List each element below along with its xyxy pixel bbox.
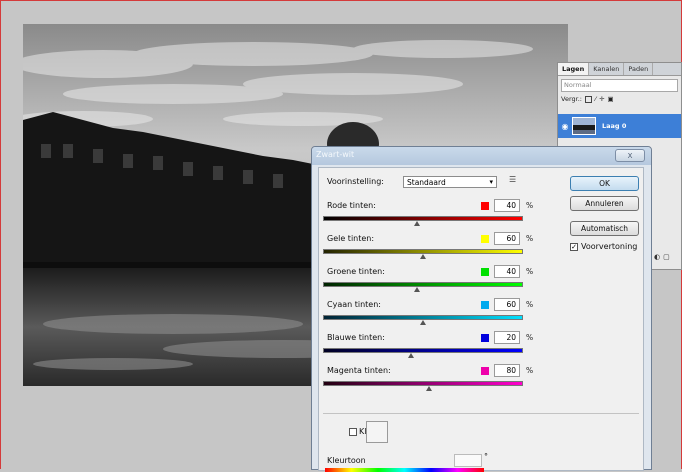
magenta-percent-label: % xyxy=(526,366,534,375)
magenta-tones-value[interactable]: 80 xyxy=(494,364,520,377)
blue-tones-slider-thumb[interactable] xyxy=(408,353,414,358)
yellow-tones-value[interactable]: 60 xyxy=(494,232,520,245)
separator xyxy=(323,413,639,414)
visibility-eye-icon[interactable]: ◉ xyxy=(558,122,572,131)
preset-label: Voorinstelling: xyxy=(327,177,384,186)
red-tones-value[interactable]: 40 xyxy=(494,199,520,212)
lock-move-icon[interactable]: ✛ xyxy=(599,95,604,103)
green-tones-value[interactable]: 40 xyxy=(494,265,520,278)
ok-button[interactable]: OK xyxy=(570,176,639,191)
cyan-tones-value[interactable]: 60 xyxy=(494,298,520,311)
cyan-swatch xyxy=(481,301,489,309)
red-tones-label: Rode tinten: xyxy=(327,201,376,210)
preset-value: Standaard xyxy=(407,178,446,187)
preset-options-icon[interactable]: ☰ xyxy=(509,175,516,184)
magenta-tones-track[interactable] xyxy=(323,381,523,386)
blue-tones-track[interactable] xyxy=(323,348,523,353)
dialog-content: Voorinstelling: Standaard ▾ ☰ OK Annuler… xyxy=(318,167,644,472)
hue-input[interactable] xyxy=(454,454,482,467)
tab-channels[interactable]: Kanalen xyxy=(589,63,625,75)
green-tones-label: Groene tinten: xyxy=(327,267,385,276)
preview-checkbox[interactable]: ✓ xyxy=(570,243,578,251)
auto-button[interactable]: Automatisch xyxy=(570,221,639,236)
hue-spectrum-bar[interactable] xyxy=(325,468,484,472)
cyan-tones-label: Cyaan tinten: xyxy=(327,300,381,309)
cyan-percent-label: % xyxy=(526,300,534,309)
hue-degree-symbol: ° xyxy=(484,452,488,461)
layers-panel-tabs: Lagen Kanalen Paden xyxy=(558,63,681,76)
tab-layers[interactable]: Lagen xyxy=(558,63,590,75)
magenta-tones-slider-thumb[interactable] xyxy=(426,386,432,391)
black-white-dialog: Zwart-wit X Voorinstelling: Standaard ▾ … xyxy=(311,146,652,472)
close-button[interactable]: X xyxy=(615,149,645,162)
preview-label: Voorvertoning xyxy=(581,242,638,251)
blue-swatch xyxy=(481,334,489,342)
layers-bottom-icons: ◐ ▢ xyxy=(654,253,670,261)
preset-select[interactable]: Standaard ▾ xyxy=(403,176,497,188)
red-percent-label: % xyxy=(526,201,534,210)
layer-name[interactable]: Laag 0 xyxy=(602,122,626,130)
red-swatch xyxy=(481,202,489,210)
blue-tones-value[interactable]: 20 xyxy=(494,331,520,344)
dialog-title: Zwart-wit xyxy=(316,150,355,159)
blue-percent-label: % xyxy=(526,333,534,342)
yellow-tones-slider-thumb[interactable] xyxy=(420,254,426,259)
dialog-titlebar[interactable]: Zwart-wit X xyxy=(312,147,651,165)
tint-color-box[interactable] xyxy=(366,421,388,443)
lock-transparency-icon[interactable] xyxy=(584,95,592,103)
green-tones-track[interactable] xyxy=(323,282,523,287)
lock-brush-icon[interactable]: ⁄ xyxy=(595,95,596,103)
red-tones-slider-thumb[interactable] xyxy=(414,221,420,226)
yellow-tones-label: Gele tinten: xyxy=(327,234,375,243)
magenta-tones-label: Magenta tinten: xyxy=(327,366,391,375)
lock-row: Vergr.: ⁄ ✛ ▣ xyxy=(561,95,678,103)
layer-thumbnail xyxy=(572,117,596,135)
red-tones-track[interactable] xyxy=(323,216,523,221)
cyan-tones-slider-thumb[interactable] xyxy=(420,320,426,325)
tab-paths[interactable]: Paden xyxy=(624,63,654,75)
hue-label: Kleurtoon xyxy=(327,456,366,465)
new-layer-icon[interactable]: ▢ xyxy=(663,253,670,261)
lock-all-icon[interactable]: ▣ xyxy=(608,95,614,103)
blend-mode-select[interactable]: Normaal xyxy=(561,79,678,92)
blue-tones-label: Blauwe tinten: xyxy=(327,333,385,342)
lock-label: Vergr.: xyxy=(561,95,582,103)
green-tones-slider-thumb[interactable] xyxy=(414,287,420,292)
chevron-down-icon: ▾ xyxy=(489,178,493,186)
yellow-percent-label: % xyxy=(526,234,534,243)
layer-row[interactable]: ◉ Laag 0 xyxy=(558,114,681,138)
tint-checkbox[interactable] xyxy=(349,428,357,436)
adjustment-icon[interactable]: ◐ xyxy=(654,253,660,261)
green-swatch xyxy=(481,268,489,276)
cancel-button[interactable]: Annuleren xyxy=(570,196,639,211)
magenta-swatch xyxy=(481,367,489,375)
yellow-swatch xyxy=(481,235,489,243)
green-percent-label: % xyxy=(526,267,534,276)
